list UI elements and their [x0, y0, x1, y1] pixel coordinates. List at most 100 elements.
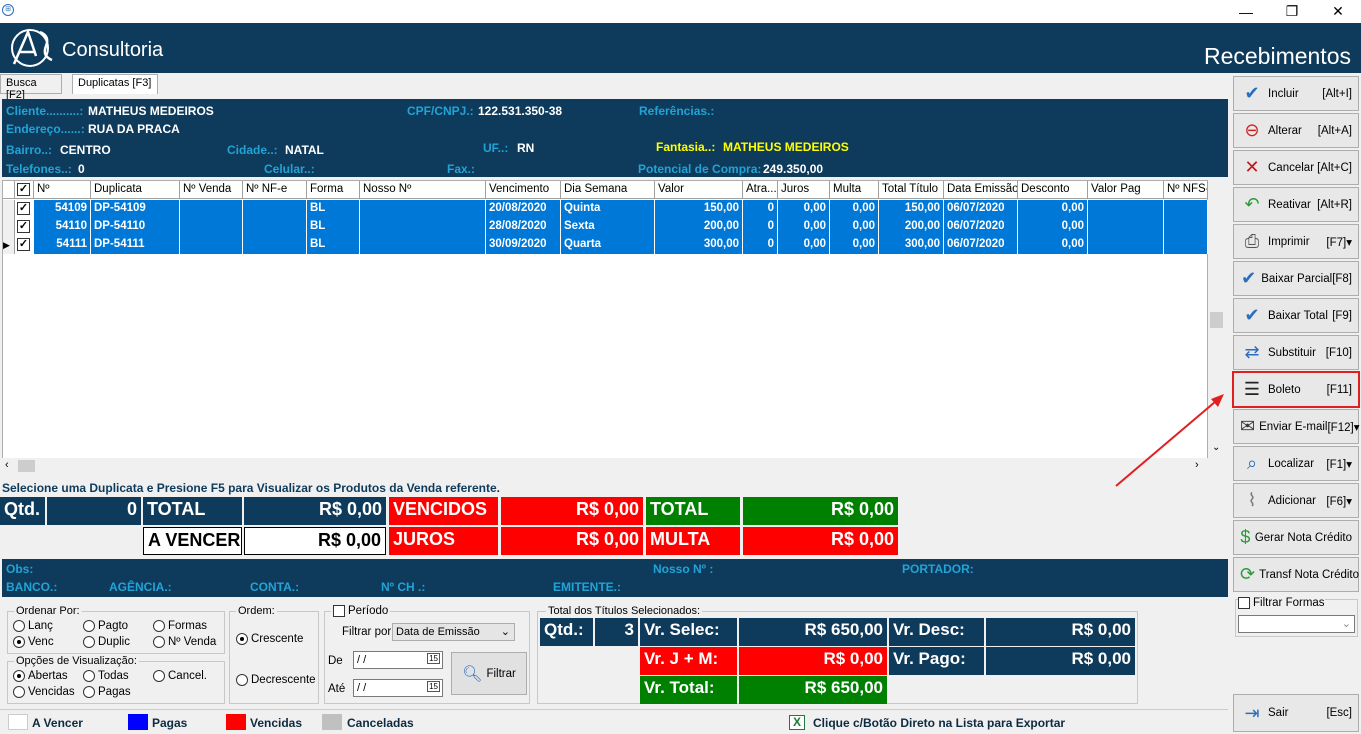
- nosso-numero-label: Nosso Nº :: [653, 562, 714, 576]
- agencia-label: AGÊNCIA.:: [109, 580, 172, 594]
- col-header-n[interactable]: Nº: [34, 181, 91, 199]
- horizontal-scrollbar[interactable]: ‹ ›: [2, 458, 1208, 475]
- col-header-nnfe[interactable]: Nº NF-e: [243, 181, 307, 199]
- filtrar-por-select[interactable]: Data de Emissão ⌄: [392, 623, 515, 641]
- select-all-checkbox[interactable]: ✓: [15, 181, 34, 199]
- scroll-left-arrow-icon[interactable]: ‹: [5, 459, 9, 471]
- app-icon: ⊞: [2, 4, 14, 16]
- radio-abertas[interactable]: Abertas: [13, 670, 68, 682]
- hscroll-thumb[interactable]: [18, 460, 35, 472]
- col-header-nnfse[interactable]: Nº NFS-e: [1164, 181, 1208, 199]
- radio-vencidas[interactable]: Vencidas: [13, 686, 75, 698]
- adicionar-button[interactable]: ⌇ Adicionar [F6]▾: [1233, 483, 1359, 518]
- ordenar-group: Ordenar Por: Lanç Pagto Formas Venc Dupl…: [7, 605, 225, 654]
- radio-formas[interactable]: Formas: [153, 620, 207, 632]
- col-header-forma[interactable]: Forma: [307, 181, 360, 199]
- reativar-button[interactable]: ↶ Reativar [Alt+R]: [1233, 187, 1359, 222]
- x-icon: ✕: [1244, 157, 1260, 177]
- periodo-group: Período Filtrar por: Data de Emissão ⌄ De…: [324, 605, 530, 704]
- de-date-input[interactable]: / /15: [353, 651, 443, 669]
- boleto-button[interactable]: ☰ Boleto [F11]: [1232, 371, 1360, 408]
- cell-diasemana: Quinta: [561, 200, 655, 218]
- minimize-button[interactable]: —: [1223, 0, 1269, 23]
- cell-atraso: 0: [743, 236, 778, 254]
- col-header-valor[interactable]: Valor: [655, 181, 743, 199]
- close-button[interactable]: ✕: [1315, 0, 1361, 23]
- tab-busca[interactable]: Busca [F2]: [0, 74, 62, 101]
- cell-nnfe: [243, 200, 307, 218]
- cell-nnfse: [1164, 236, 1208, 254]
- col-header-nossonum[interactable]: Nosso Nº: [360, 181, 486, 199]
- col-header-diasemana[interactable]: Dia Semana: [561, 181, 655, 199]
- col-header-totaltitulo[interactable]: Total Título: [879, 181, 944, 199]
- filtrar-button[interactable]: 🔍︎ Filtrar: [451, 652, 527, 695]
- annotation-arrow-icon: [1115, 394, 1224, 487]
- radio-todas[interactable]: Todas: [83, 670, 129, 682]
- refresh-icon: ⟳: [1240, 564, 1256, 584]
- col-header-juros[interactable]: Juros: [778, 181, 830, 199]
- col-header-vencimento[interactable]: Vencimento: [486, 181, 561, 199]
- current-row-indicator-icon: ▶: [3, 236, 15, 254]
- numero-cheque-label: Nº CH .:: [381, 580, 426, 594]
- row-checkbox[interactable]: ✓: [17, 202, 30, 215]
- transf-nota-credito-button[interactable]: ⟳ Transf Nota Crédito: [1233, 557, 1359, 592]
- col-header-nvenda[interactable]: Nº Venda: [180, 181, 243, 199]
- radio-decrescente[interactable]: Decrescente: [236, 674, 316, 686]
- calendar-icon[interactable]: 15: [427, 653, 440, 664]
- filtrar-formas-checkbox[interactable]: Filtrar Formas: [1238, 597, 1325, 609]
- conta-label: CONTA.:: [250, 580, 300, 594]
- enviar-email-button[interactable]: ✉ Enviar E-mail [F12]▾: [1233, 409, 1359, 444]
- col-header-duplicata[interactable]: Duplicata: [91, 181, 180, 199]
- cell-atraso: 0: [743, 200, 778, 218]
- cliente-value: MATHEUS MEDEIROS: [88, 104, 214, 118]
- tab-duplicatas[interactable]: Duplicatas [F3]: [72, 74, 158, 94]
- radio-crescente[interactable]: Crescente: [236, 633, 303, 645]
- col-header-multa[interactable]: Multa: [830, 181, 879, 199]
- formas-select[interactable]: ⌄: [1238, 615, 1355, 633]
- cancelar-button[interactable]: ✕ Cancelar [Alt+C]: [1233, 150, 1359, 185]
- avencer-label: A VENCER: [143, 527, 242, 555]
- table-row[interactable]: ✓ 54109 DP-54109 BL 20/08/2020 Quinta 15…: [3, 200, 1209, 218]
- incluir-button[interactable]: ✔ Incluir [Alt+I]: [1233, 76, 1359, 111]
- radio-venc[interactable]: Venc: [13, 636, 54, 648]
- baixar-total-button[interactable]: ✔ Baixar Total [F9]: [1233, 298, 1359, 333]
- cell-nossonum: [360, 236, 486, 254]
- col-header-valorpag[interactable]: Valor Pag: [1088, 181, 1164, 199]
- sair-button[interactable]: ⇥ Sair [Esc]: [1233, 694, 1359, 732]
- action-sidebar: ✔ Incluir [Alt+I] ⊖ Alterar [Alt+A] ✕ Cancela…: [1232, 76, 1361, 734]
- cell-juros: 0,00: [778, 218, 830, 236]
- cell-juros: 0,00: [778, 200, 830, 218]
- row-checkbox[interactable]: ✓: [17, 238, 30, 251]
- endereco-value: RUA DA PRACA: [88, 122, 180, 136]
- table-row[interactable]: ✓ 54110 DP-54110 BL 28/08/2020 Sexta 200…: [3, 218, 1209, 236]
- localizar-button[interactable]: ⌕ Localizar [F1]▾: [1233, 446, 1359, 481]
- imprimir-button[interactable]: ⎙ Imprimir [F7]▾: [1233, 224, 1359, 259]
- substituir-button[interactable]: ⇄ Substituir [F10]: [1233, 335, 1359, 370]
- cell-duplicata: DP-54109: [91, 200, 180, 218]
- alterar-button[interactable]: ⊖ Alterar [Alt+A]: [1233, 113, 1359, 148]
- potencial-label: Potencial de Compra:: [638, 162, 762, 176]
- radio-lanc[interactable]: Lanç: [13, 620, 53, 632]
- row-checkbox[interactable]: ✓: [17, 220, 30, 233]
- radio-pagto[interactable]: Pagto: [83, 620, 128, 632]
- scroll-thumb[interactable]: [1210, 312, 1223, 328]
- restore-button[interactable]: ❐: [1269, 0, 1315, 23]
- col-header-desconto[interactable]: Desconto: [1018, 181, 1088, 199]
- col-header-atraso[interactable]: Atra...: [743, 181, 778, 199]
- radio-pagas[interactable]: Pagas: [83, 686, 131, 698]
- periodo-checkbox[interactable]: Período: [331, 605, 391, 617]
- gerar-nota-credito-button[interactable]: $ Gerar Nota Crédito: [1233, 520, 1359, 555]
- col-header-dataemissao[interactable]: Data Emissão: [944, 181, 1018, 199]
- baixar-parcial-button[interactable]: ✔ Baixar Parcial [F8]: [1233, 261, 1359, 296]
- cell-totaltitulo: 150,00: [879, 200, 944, 218]
- ate-date-input[interactable]: / /15: [353, 679, 443, 697]
- bairro-value: CENTRO: [60, 143, 111, 157]
- radio-cancel[interactable]: Cancel.: [153, 670, 207, 682]
- cell-n: 54111: [34, 236, 91, 254]
- duplicatas-grid[interactable]: ✓ Nº Duplicata Nº Venda Nº NF-e Forma No…: [2, 180, 1208, 460]
- radio-nvenda[interactable]: Nº Venda: [153, 636, 216, 648]
- radio-duplic[interactable]: Duplic: [83, 636, 130, 648]
- exit-door-icon: ⇥: [1244, 702, 1260, 723]
- calendar-icon[interactable]: 15: [427, 681, 440, 692]
- table-row[interactable]: ▶ ✓ 54111 DP-54111 BL 30/09/2020 Quarta …: [3, 236, 1209, 254]
